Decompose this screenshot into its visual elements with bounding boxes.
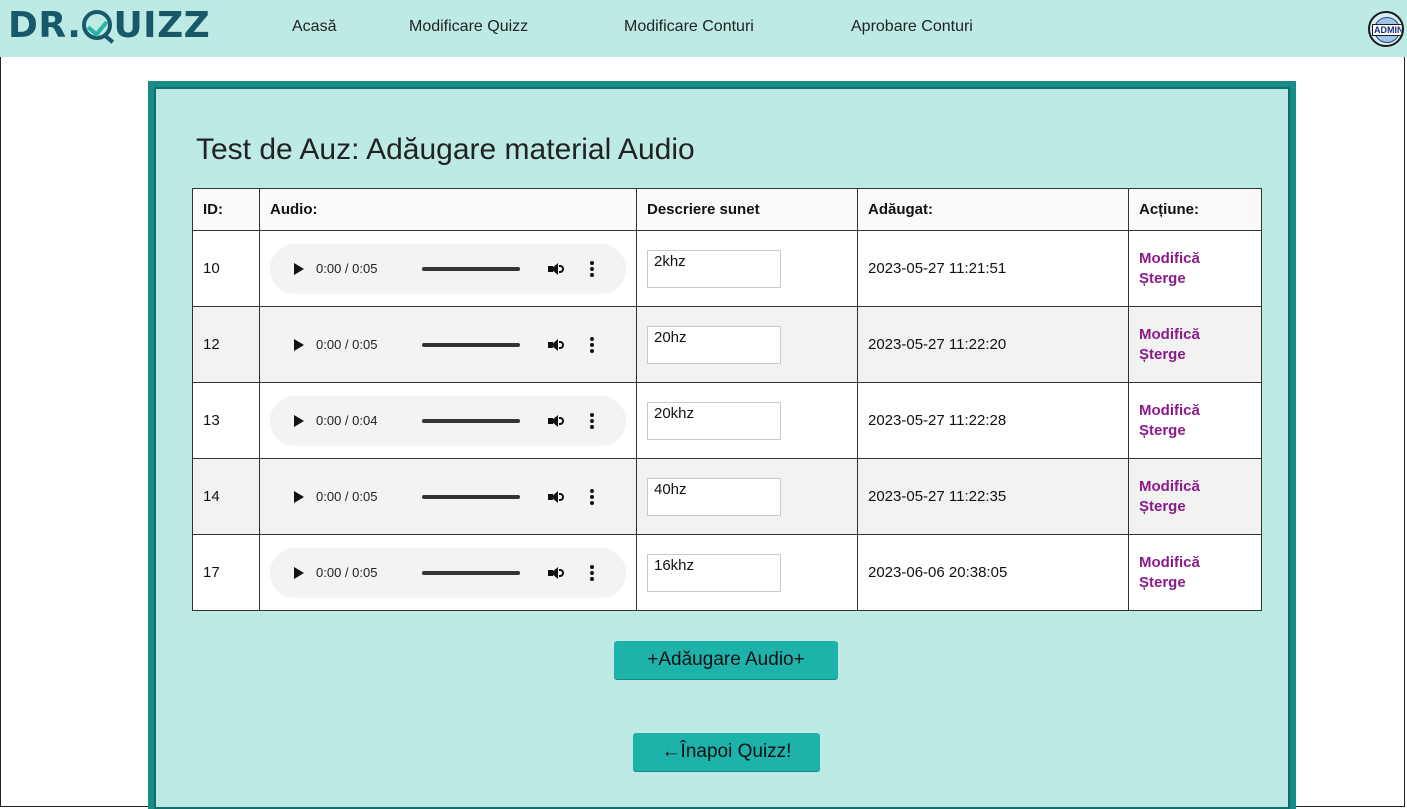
description-input[interactable] (647, 249, 781, 288)
logo-check-icon (82, 10, 115, 44)
audio-progress-slider[interactable] (422, 266, 520, 271)
added-date: 2023-05-27 11:21:51 (857, 230, 1129, 307)
delete-link[interactable]: Șterge (1139, 497, 1251, 517)
description-cell (636, 230, 858, 307)
audio-time: 0:00 / 0:05 (316, 337, 378, 352)
description-cell (636, 306, 858, 383)
column-header-action: Acțiune: (1128, 188, 1262, 231)
audio-progress-slider[interactable] (422, 342, 520, 347)
action-cell: Modifică Șterge (1128, 230, 1262, 307)
audio-time: 0:00 / 0:05 (316, 489, 378, 504)
audio-progress-slider[interactable] (422, 494, 520, 499)
action-cell: Modifică Șterge (1128, 458, 1262, 535)
audio-time: 0:00 / 0:05 (316, 565, 378, 580)
volume-icon[interactable] (548, 262, 566, 276)
edit-link[interactable]: Modifică (1139, 401, 1251, 421)
action-cell: Modifică Șterge (1128, 534, 1262, 611)
audio-cell: 0:00 / 0:05 (259, 306, 637, 383)
audio-cell: 0:00 / 0:04 (259, 382, 637, 459)
more-options-icon[interactable] (590, 564, 594, 581)
edit-link[interactable]: Modifică (1139, 325, 1251, 345)
audio-player[interactable]: 0:00 / 0:05 (270, 243, 626, 294)
volume-icon[interactable] (548, 490, 566, 504)
row-id: 14 (192, 458, 260, 535)
more-options-icon[interactable] (590, 488, 594, 505)
description-cell (636, 382, 858, 459)
column-header-added: Adăugat: (857, 188, 1129, 231)
row-id: 10 (192, 230, 260, 307)
nav-aprobare-conturi[interactable]: Aprobare Conturi (851, 18, 973, 36)
table-row: 17 0:00 / 0:05 2023-06-06 20:38:05 Modif (192, 534, 1262, 611)
row-id: 12 (192, 306, 260, 383)
play-icon[interactable] (294, 262, 304, 275)
more-options-icon[interactable] (590, 336, 594, 353)
logo[interactable]: DR. UIZZ (8, 4, 211, 46)
audio-player[interactable]: 0:00 / 0:04 (270, 395, 626, 446)
add-audio-button[interactable]: +Adăugare Audio+ (614, 641, 838, 679)
main-panel: Test de Auz: Adăugare material Audio ID:… (148, 81, 1296, 809)
added-date: 2023-06-06 20:38:05 (857, 534, 1129, 611)
action-cell: Modifică Șterge (1128, 382, 1262, 459)
delete-link[interactable]: Șterge (1139, 345, 1251, 365)
play-icon[interactable] (294, 338, 304, 351)
description-cell (636, 534, 858, 611)
delete-link[interactable]: Șterge (1139, 421, 1251, 441)
admin-badge-label: ADMIN (1372, 24, 1404, 36)
audio-player[interactable]: 0:00 / 0:05 (270, 471, 626, 522)
description-input[interactable] (647, 325, 781, 364)
delete-link[interactable]: Șterge (1139, 269, 1251, 289)
logo-text-right: UIZZ (113, 4, 211, 46)
nav-modificare-conturi[interactable]: Modificare Conturi (624, 18, 754, 36)
nav-modificare-quizz[interactable]: Modificare Quizz (409, 18, 528, 36)
description-input[interactable] (647, 553, 781, 592)
audio-progress-slider[interactable] (422, 418, 520, 423)
table-row: 14 0:00 / 0:05 2023-05-27 11:22:35 Modif (192, 458, 1262, 535)
description-input[interactable] (647, 401, 781, 440)
volume-icon[interactable] (548, 566, 566, 580)
table-row: 12 0:00 / 0:05 2023-05-27 11:22:20 Modif (192, 306, 1262, 383)
more-options-icon[interactable] (590, 412, 594, 429)
description-input[interactable] (647, 477, 781, 516)
added-date: 2023-05-27 11:22:35 (857, 458, 1129, 535)
logo-text-left: DR. (8, 4, 82, 46)
audio-player[interactable]: 0:00 / 0:05 (270, 547, 626, 598)
volume-icon[interactable] (548, 338, 566, 352)
row-id: 17 (192, 534, 260, 611)
description-cell (636, 458, 858, 535)
audio-time: 0:00 / 0:04 (316, 413, 378, 428)
action-cell: Modifică Șterge (1128, 306, 1262, 383)
play-icon[interactable] (294, 490, 304, 503)
column-header-description: Descriere sunet (636, 188, 858, 231)
nav-acasa[interactable]: Acasă (292, 18, 336, 36)
top-navbar: DR. UIZZ Acasă Modificare Quizz Modifica… (0, 0, 1407, 57)
table-row: 10 0:00 / 0:05 2023-05-27 11:21:51 Modif (192, 230, 1262, 307)
edit-link[interactable]: Modifică (1139, 477, 1251, 497)
table-header-row: ID: Audio: Descriere sunet Adăugat: Acți… (192, 188, 1262, 231)
column-header-audio: Audio: (259, 188, 637, 231)
column-header-id: ID: (192, 188, 260, 231)
admin-globe-icon[interactable]: ADMIN (1368, 11, 1404, 47)
audio-table: ID: Audio: Descriere sunet Adăugat: Acți… (192, 188, 1262, 611)
delete-link[interactable]: Șterge (1139, 573, 1251, 593)
play-icon[interactable] (294, 566, 304, 579)
more-options-icon[interactable] (590, 260, 594, 277)
volume-icon[interactable] (548, 414, 566, 428)
added-date: 2023-05-27 11:22:20 (857, 306, 1129, 383)
edit-link[interactable]: Modifică (1139, 249, 1251, 269)
audio-cell: 0:00 / 0:05 (259, 230, 637, 307)
page-title: Test de Auz: Adăugare material Audio (196, 133, 695, 166)
row-id: 13 (192, 382, 260, 459)
table-row: 13 0:00 / 0:04 2023-05-27 11:22:28 Modif (192, 382, 1262, 459)
audio-cell: 0:00 / 0:05 (259, 534, 637, 611)
audio-time: 0:00 / 0:05 (316, 261, 378, 276)
audio-player[interactable]: 0:00 / 0:05 (270, 319, 626, 370)
audio-progress-slider[interactable] (422, 570, 520, 575)
added-date: 2023-05-27 11:22:28 (857, 382, 1129, 459)
audio-cell: 0:00 / 0:05 (259, 458, 637, 535)
back-to-quizz-button[interactable]: ←Înapoi Quizz! (633, 733, 820, 771)
edit-link[interactable]: Modifică (1139, 553, 1251, 573)
play-icon[interactable] (294, 414, 304, 427)
